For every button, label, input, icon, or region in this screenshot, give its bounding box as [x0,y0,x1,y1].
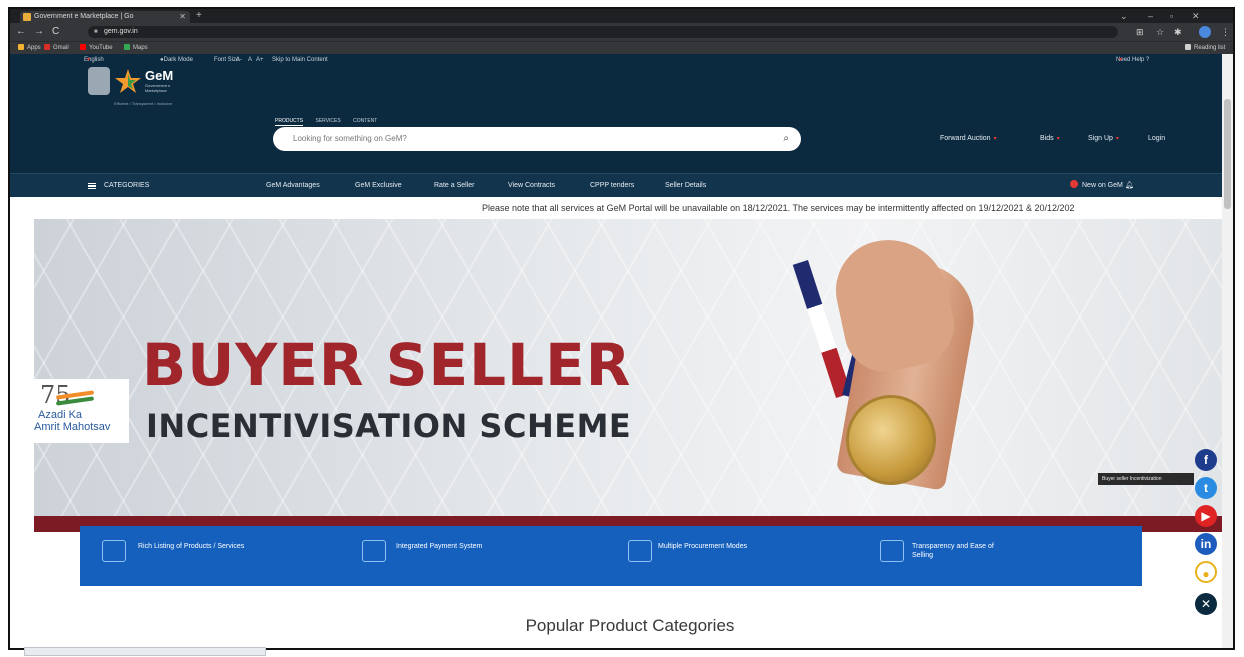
nav-gem-exclusive[interactable]: GeM Exclusive [355,174,402,198]
address-bar-row: ← → C ■ gem.gov.in ⊞ ☆ ✱ ⋮ [10,23,1233,41]
sign-up-link[interactable]: Sign Up ▾ [1088,135,1119,142]
new-tab-icon[interactable]: + [196,9,202,23]
profile-avatar-icon[interactable] [1199,26,1211,38]
reading-list-button[interactable]: Reading list [1185,42,1225,54]
utility-bar: English ▾ ● Dark Mode Font Size A- A A+ S… [10,54,1233,66]
maps-icon [124,44,130,50]
forward-auction-caret-icon: ▾ [993,136,997,142]
skip-to-content-link[interactable]: Skip to Main Content [272,54,328,66]
bookmark-maps[interactable]: Maps [124,42,148,54]
categories-menu[interactable]: CATEGORIES [104,174,149,198]
forward-auction-link[interactable]: Forward Auction ▾ [940,135,997,142]
bids-link[interactable]: Bids ▾ [1040,135,1060,142]
features-bar: Rich Listing of Products / Services Inte… [80,526,1142,586]
youtube-icon[interactable]: ▶ [1195,505,1217,527]
hero-subtitle: INCENTIVISATION SCHEME [146,407,632,445]
reload-icon[interactable]: C [52,25,59,39]
help-caret-icon: ▾ [1119,57,1123,63]
bookmarks-bar: Apps Gmail YouTube Maps Reading list [10,41,1233,54]
bell-icon: 🔔︎ [1124,182,1134,189]
language-caret-icon: ▾ [87,57,91,63]
gem-logo-tagline: Efficient • Transparent • Inclusive [114,101,173,106]
bookmark-apps[interactable]: Apps [18,42,41,54]
extensions-icon[interactable]: ✱ [1174,26,1182,38]
linkedin-icon[interactable]: in [1195,533,1217,555]
screenshot-frame: Government e Marketplace | Go ✕ + ⌄ – ▫ … [8,7,1235,650]
font-size-decrease[interactable]: A- [236,54,242,66]
hero-banner[interactable]: BUYER SELLER INCENTIVISATION SCHEME 75 A… [34,219,1222,532]
gmail-icon [44,44,50,50]
monitor-icon [880,540,904,562]
gem-logo-subtitle: Government e Marketplace [145,83,171,93]
browser-tab-bar: Government e Marketplace | Go ✕ + ⌄ – ▫ … [10,9,1233,23]
maximize-icon[interactable]: ▫ [1170,9,1173,23]
bookmark-gmail[interactable]: Gmail [44,42,69,54]
login-link[interactable]: Login [1148,135,1165,142]
gem-star-logo-icon [115,69,141,93]
category-nav: CATEGORIES GeM Advantages GeM Exclusive … [10,173,1233,197]
browser-menu-icon[interactable]: ⋮ [1221,26,1230,38]
font-size-increase[interactable]: A+ [256,54,264,66]
youtube-bookmark-icon [80,44,86,50]
section-title: Popular Product Categories [525,616,735,635]
nav-gem-advantages[interactable]: GeM Advantages [266,174,320,198]
gem-favicon-icon [23,13,31,21]
dark-mode-toggle[interactable]: ● Dark Mode [160,54,193,66]
minimize-icon[interactable]: – [1148,9,1153,23]
bookmark-star-icon[interactable]: ☆ [1156,26,1164,38]
bids-caret-icon: ▾ [1056,136,1060,142]
close-icon[interactable]: ✕ [1195,593,1217,615]
nav-rate-a-seller[interactable]: Rate a Seller [434,174,474,198]
new-on-gem-link[interactable]: New on GeM 🔔︎ [1070,174,1134,198]
gold-medal-icon [846,395,936,485]
gavel-icon [628,540,652,562]
bookmark-youtube[interactable]: YouTube [80,42,113,54]
search-input[interactable]: Looking for something on GeM? ⌕ [273,127,801,151]
azadi-ka-amrit-mahotsav-logo: 75 Azadi Ka Amrit Mahotsav [34,379,129,443]
status-bar [24,647,266,656]
tab-search-icon[interactable]: ⌄ [1120,9,1128,23]
notice-text: Please note that all services at GeM Por… [482,203,1075,213]
url-text: gem.gov.in [104,28,138,35]
social-tooltip: Buyer seller Incentivization [1098,473,1194,485]
forward-icon[interactable]: → [34,25,44,39]
search-icon[interactable]: ⌕ [783,127,789,151]
new-badge-icon [1070,180,1078,188]
site-header [10,66,1233,173]
scrollbar-thumb[interactable] [1224,99,1231,209]
tab-close-icon[interactable]: ✕ [179,11,186,23]
search-placeholder: Looking for something on GeM? [293,134,407,143]
reading-list-icon [1185,44,1191,50]
nav-seller-details[interactable]: Seller Details [665,174,706,198]
url-field[interactable]: ■ gem.gov.in [88,26,1118,38]
payment-icon [362,540,386,562]
hero-title: BUYER SELLER [142,331,632,399]
tab-title: Government e Marketplace | Go [34,13,134,20]
nav-cppp-tenders[interactable]: CPPP tenders [590,174,634,198]
national-emblem-icon [88,67,110,95]
tab-products[interactable]: PRODUCTS [275,118,304,126]
sign-up-caret-icon: ▾ [1115,136,1119,142]
hamburger-menu-icon[interactable] [88,183,96,189]
facebook-icon[interactable]: f [1195,449,1217,471]
tab-content[interactable]: CONTENT [353,118,377,125]
nav-view-contracts[interactable]: View Contracts [508,174,555,198]
window-close-icon[interactable]: ✕ [1192,9,1200,23]
gem-logo-text[interactable]: GeM [145,68,173,83]
browser-tab[interactable]: Government e Marketplace | Go ✕ [20,11,190,23]
apps-grid-icon [18,44,24,50]
font-size-normal[interactable]: A [248,54,252,66]
translate-icon[interactable]: ⊞ [1136,26,1144,38]
cubes-icon [102,540,126,562]
back-icon[interactable]: ← [16,25,26,39]
lock-icon: ■ [94,29,98,35]
search-scope-tabs: PRODUCTS SERVICES CONTENT [275,109,385,127]
notice-ticker: Please note that all services at GeM Por… [10,197,1222,219]
tab-services[interactable]: SERVICES [316,118,341,125]
koo-icon[interactable]: ● [1195,561,1217,583]
twitter-icon[interactable]: t [1195,477,1217,499]
